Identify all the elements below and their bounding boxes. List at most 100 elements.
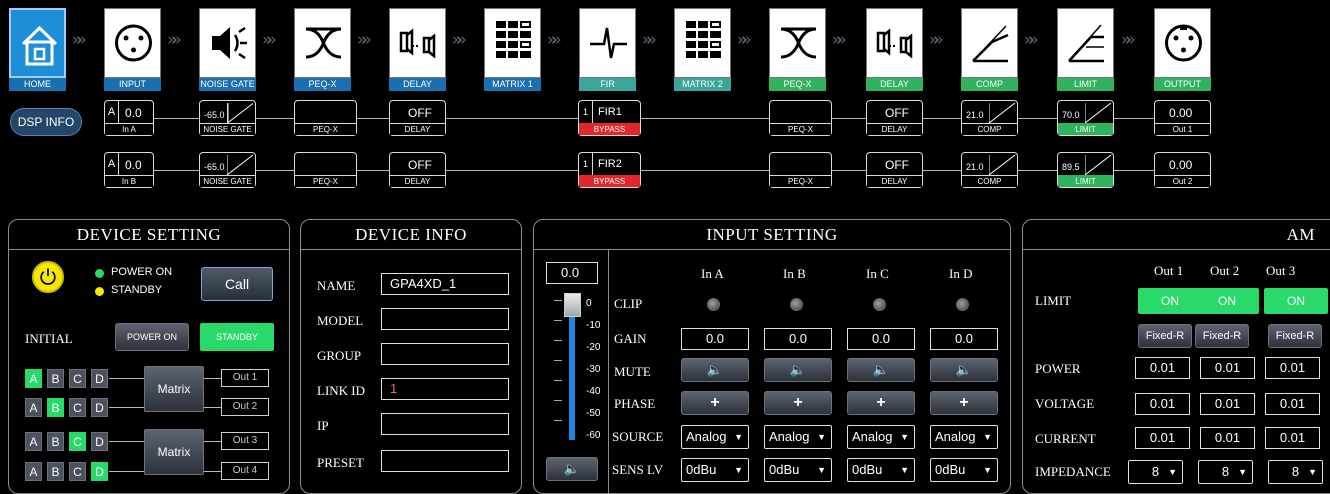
source-select-d[interactable]: Analog ▼: [930, 425, 998, 449]
chain-delay-4[interactable]: OFF DELAY: [866, 152, 923, 188]
chain-output-1[interactable]: 0.00 Out 1: [1154, 100, 1211, 136]
phase-button-a[interactable]: +: [681, 391, 749, 415]
power-field-2[interactable]: 0.01: [1200, 357, 1255, 379]
chain-fir-2[interactable]: 1 FIR2 BYPASS: [578, 152, 641, 188]
current-field-3[interactable]: 0.01: [1265, 427, 1320, 449]
power-field-1[interactable]: 0.01: [1135, 357, 1190, 379]
phase-button-b[interactable]: +: [764, 391, 832, 415]
route-row3-b[interactable]: B: [47, 432, 64, 451]
limit-on-button-1[interactable]: ON: [1138, 288, 1202, 314]
phase-button-c[interactable]: +: [847, 391, 915, 415]
toolbar-peq-x-1[interactable]: PEQ-X: [294, 8, 351, 91]
impedance-select-1[interactable]: 8 ▼: [1128, 460, 1183, 484]
route-row1-b[interactable]: B: [47, 369, 64, 388]
impedance-select-2[interactable]: 8 ▼: [1198, 460, 1253, 484]
fader-value-field[interactable]: 0.0: [546, 262, 598, 284]
fixed-r-button-1[interactable]: Fixed-R: [1138, 324, 1192, 348]
toolbar-matrix-1[interactable]: MATRIX 1: [484, 8, 541, 91]
fixed-r-button-2[interactable]: Fixed-R: [1195, 324, 1249, 348]
preset-field[interactable]: [381, 450, 509, 472]
source-select-c[interactable]: Analog ▼: [847, 425, 915, 449]
toolbar-delay-1[interactable]: DELAY: [389, 8, 446, 91]
chain-delay-2[interactable]: OFF DELAY: [866, 100, 923, 136]
route-row4-b[interactable]: B: [47, 462, 64, 481]
current-field-2[interactable]: 0.01: [1200, 427, 1255, 449]
current-field-1[interactable]: 0.01: [1135, 427, 1190, 449]
toolbar-peq-x-2[interactable]: PEQ-X: [769, 8, 826, 91]
source-select-a[interactable]: Analog ▼: [681, 425, 749, 449]
name-field[interactable]: GPA4XD_1: [381, 273, 509, 295]
matrix-a-button[interactable]: Matrix: [144, 366, 204, 412]
sens-select-b[interactable]: 0dBu ▼: [764, 458, 832, 482]
route-row4-c[interactable]: C: [69, 462, 86, 481]
chain-comp-1[interactable]: 21.0 COMP: [961, 100, 1018, 136]
voltage-field-1[interactable]: 0.01: [1135, 393, 1190, 415]
route-row3-c[interactable]: C: [69, 432, 86, 451]
toolbar-input[interactable]: INPUT: [104, 8, 161, 91]
route-row4-a[interactable]: A: [25, 462, 42, 481]
route-row1-c[interactable]: C: [69, 369, 86, 388]
toolbar-fir[interactable]: FIR: [579, 8, 636, 91]
toolbar-limit[interactable]: LIMIT: [1057, 8, 1114, 91]
power-button[interactable]: [32, 261, 64, 293]
impedance-select-3[interactable]: 8 ▼: [1268, 460, 1323, 484]
route-row2-d[interactable]: D: [91, 398, 108, 417]
chain-limit-1[interactable]: 70.0 LIMIT: [1057, 100, 1114, 136]
model-field[interactable]: [381, 308, 509, 330]
chain-peq-x-1[interactable]: PEQ-X: [294, 100, 357, 136]
gain-field-d[interactable]: 0.0: [930, 328, 998, 350]
fader-knob[interactable]: [564, 293, 581, 317]
chain-noise-gate-2[interactable]: -65.0 NOISE GATE: [199, 152, 256, 188]
voltage-field-3[interactable]: 0.01: [1265, 393, 1320, 415]
route-row2-a[interactable]: A: [25, 398, 42, 417]
chain-fir-1[interactable]: 1 FIR1 BYPASS: [578, 100, 641, 136]
sens-select-a[interactable]: 0dBu ▼: [681, 458, 749, 482]
toolbar-comp[interactable]: COMP: [961, 8, 1018, 91]
route-row1-a[interactable]: A: [25, 369, 42, 388]
chain-output-2[interactable]: 0.00 Out 2: [1154, 152, 1211, 188]
chain-delay-3[interactable]: OFF DELAY: [389, 152, 446, 188]
gain-field-b[interactable]: 0.0: [764, 328, 832, 350]
limit-on-button-3[interactable]: ON: [1264, 288, 1328, 314]
toolbar-delay-2[interactable]: DELAY: [866, 8, 923, 91]
matrix-b-button[interactable]: Matrix: [144, 429, 204, 475]
group-field[interactable]: [381, 343, 509, 365]
initial-standby-button[interactable]: STANDBY: [200, 323, 274, 351]
sens-select-d[interactable]: 0dBu ▼: [930, 458, 998, 482]
chain-peq-x-2[interactable]: PEQ-X: [769, 100, 832, 136]
route-row4-d[interactable]: D: [91, 462, 108, 481]
mute-button-d[interactable]: 🔈: [930, 358, 998, 382]
chain-input-b[interactable]: A 0.0 In B: [104, 152, 154, 188]
master-mute-button[interactable]: 🔈: [546, 457, 598, 481]
initial-power-on-button[interactable]: POWER ON: [115, 323, 189, 351]
gain-field-c[interactable]: 0.0: [847, 328, 915, 350]
chain-noise-gate-1[interactable]: -65.0 NOISE GATE: [199, 100, 256, 136]
dsp-info-button[interactable]: DSP INFO: [10, 108, 82, 136]
toolbar-home[interactable]: HOME: [9, 8, 66, 91]
route-row2-b[interactable]: B: [47, 398, 64, 417]
gain-field-a[interactable]: 0.0: [681, 328, 749, 350]
toolbar-output[interactable]: OUTPUT: [1154, 8, 1211, 91]
phase-button-d[interactable]: +: [930, 391, 998, 415]
mute-button-c[interactable]: 🔈: [847, 358, 915, 382]
route-row3-d[interactable]: D: [91, 432, 108, 451]
toolbar-matrix-2[interactable]: MATRIX 2: [674, 8, 731, 91]
toolbar-noise-gate[interactable]: NOISE GATE: [199, 8, 256, 91]
call-button[interactable]: Call: [201, 267, 273, 301]
chain-delay-1[interactable]: OFF DELAY: [389, 100, 446, 136]
chain-input-a[interactable]: A 0.0 In A: [104, 100, 154, 136]
mute-button-a[interactable]: 🔈: [681, 358, 749, 382]
power-field-3[interactable]: 0.01: [1265, 357, 1320, 379]
route-row2-c[interactable]: C: [69, 398, 86, 417]
chain-peq-x-4[interactable]: PEQ-X: [769, 152, 832, 188]
link-id-field[interactable]: 1: [381, 378, 509, 400]
voltage-field-2[interactable]: 0.01: [1200, 393, 1255, 415]
chain-peq-x-3[interactable]: PEQ-X: [294, 152, 357, 188]
fixed-r-button-3[interactable]: Fixed-R: [1268, 324, 1322, 348]
route-row3-a[interactable]: A: [25, 432, 42, 451]
chain-limit-2[interactable]: 89.5 LIMIT: [1057, 152, 1114, 188]
chain-comp-2[interactable]: 21.0 COMP: [961, 152, 1018, 188]
route-row1-d[interactable]: D: [91, 369, 108, 388]
sens-select-c[interactable]: 0dBu ▼: [847, 458, 915, 482]
ip-field[interactable]: [381, 413, 509, 435]
